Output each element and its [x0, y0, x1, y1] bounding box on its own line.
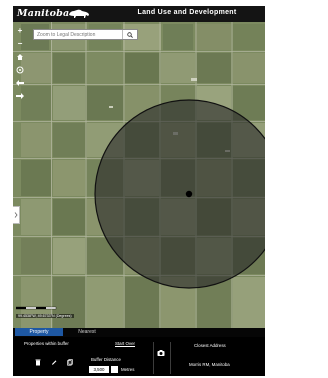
unit-dropdown[interactable] — [111, 366, 118, 373]
coordinate-readout: 99.4538°W, 49.6733°N (Degrees) — [16, 314, 74, 318]
legal-description-search — [33, 29, 138, 40]
results-panel: Property Nearest Properties within buffe… — [13, 328, 265, 376]
tab-property[interactable]: Property — [15, 328, 63, 336]
trash-icon[interactable] — [35, 359, 41, 366]
tab-nearest[interactable]: Nearest — [67, 328, 107, 336]
search-input[interactable] — [34, 30, 125, 39]
home-icon — [17, 54, 23, 60]
app-title: Land Use and Development — [137, 9, 237, 16]
panel-body: Properties within buffer Start Over Buff… — [13, 337, 265, 376]
edit-pencil-icon[interactable] — [51, 359, 57, 366]
home-button[interactable] — [15, 52, 25, 62]
back-arrow-icon — [16, 80, 24, 86]
copy-icon[interactable] — [67, 359, 73, 366]
manitoba-logo-text[interactable]: Manitoba — [17, 8, 69, 19]
app-window: Manitoba Land Use and Development + − Zo… — [13, 6, 265, 376]
center-point-marker — [185, 190, 193, 198]
closest-address-label: Closest Address — [194, 343, 226, 348]
map-view[interactable]: + − Zoom to Legal Description 99.4538°W,… — [13, 22, 265, 328]
properties-within-buffer-label: Properties within buffer — [24, 341, 69, 346]
app-header: Manitoba Land Use and Development — [13, 6, 265, 22]
unit-label: Metres — [121, 367, 135, 372]
chevron-right-icon — [14, 212, 18, 218]
bison-logo-icon — [69, 9, 89, 18]
forward-button[interactable] — [15, 91, 25, 101]
locate-button[interactable] — [15, 65, 25, 75]
map-tools: + − — [15, 26, 26, 104]
plus-icon: + — [17, 26, 23, 35]
side-panel-toggle[interactable] — [13, 206, 20, 224]
start-over-link[interactable]: Start Over — [115, 341, 135, 346]
closest-address-value: Morris RM, Manitoba — [189, 362, 230, 367]
zoom-out-button[interactable]: − — [15, 39, 25, 49]
scale-bar — [16, 306, 57, 310]
camera-icon[interactable] — [157, 349, 165, 357]
divider — [153, 342, 154, 374]
satellite-imagery — [13, 22, 265, 328]
back-button[interactable] — [15, 78, 25, 88]
zoom-in-button[interactable]: + — [15, 26, 25, 36]
divider — [170, 342, 171, 374]
search-button[interactable] — [122, 30, 137, 39]
buffer-distance-input[interactable] — [89, 366, 109, 373]
search-icon — [127, 31, 133, 38]
minus-icon: − — [17, 39, 23, 48]
panel-tabs: Property Nearest — [13, 328, 265, 336]
locate-icon — [16, 66, 24, 74]
forward-arrow-icon — [16, 93, 24, 99]
buffer-distance-label: Buffer Distance — [91, 357, 121, 362]
